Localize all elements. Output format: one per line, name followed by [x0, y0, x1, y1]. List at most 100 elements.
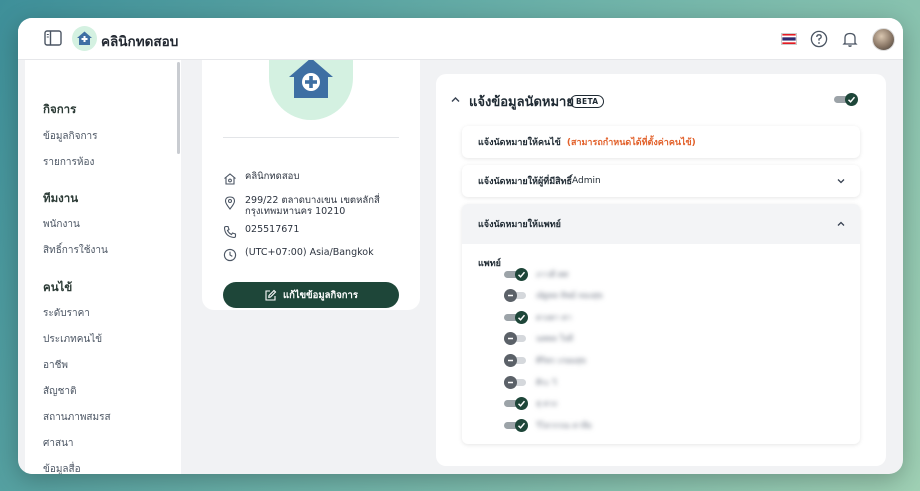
check-icon — [517, 422, 526, 429]
clinic-house-icon — [289, 60, 333, 98]
sidebar-section-team: ทีมงาน — [43, 191, 79, 205]
expand-chevron-down-icon[interactable] — [836, 176, 846, 186]
help-icon[interactable] — [810, 30, 828, 48]
business-timezone-row: (UTC+07:00) Asia/Bangkok — [223, 247, 374, 262]
doctor-name: ศิริพร เกษมสุข — [536, 355, 586, 365]
business-info-card: คลินิกทดสอบ 299/22 ตลาดบางเขน เขตหลักสี่… — [202, 60, 420, 310]
app-title: คลินิกทดสอบ — [101, 34, 179, 50]
sidebar-item-price-level[interactable]: ระดับราคา — [43, 306, 90, 321]
doctor-row: ณัฐพล ทิพย์ ทองสุข — [504, 289, 603, 303]
notify-admin-row[interactable]: แจ้งนัดหมายให้ผู้ที่มีสิทธิ์ Admin — [462, 165, 860, 197]
notify-doctor-header: แจ้งนัดหมายให้แพทย์ — [478, 204, 561, 244]
notify-doctor-label: แจ้งนัดหมายให้แพทย์ — [478, 220, 561, 230]
sidebar-section-patients: คนไข้ — [43, 280, 73, 294]
notify-admin-header: แจ้งนัดหมายให้ผู้ที่มีสิทธิ์ Admin — [478, 165, 601, 197]
sidebar-item-occupation[interactable]: อาชีพ — [43, 358, 68, 373]
app-window: คลินิกทดสอบ กิจการ ข้อมูลกิจการ รายการห้… — [18, 18, 903, 474]
minus-icon — [508, 338, 513, 340]
business-phone: 025517671 — [245, 224, 300, 235]
doctor-toggle[interactable] — [504, 267, 528, 281]
business-address: 299/22 ตลาดบางเขน เขตหลักสี่ กรุงเทพมหาน… — [245, 195, 380, 217]
clinic-avatar — [269, 60, 353, 120]
sidebar-item-marital-status[interactable]: สถานภาพสมรส — [43, 410, 111, 425]
doctor-name: วิไลวรรณ ดาลีย — [536, 420, 592, 430]
doctor-name: ศิระ วิ — [536, 377, 557, 387]
doctor-list-label: แพทย์ — [478, 259, 501, 269]
divider — [223, 137, 399, 138]
sidebar-item-media[interactable]: ข้อมูลสื่อ — [43, 462, 81, 474]
user-avatar[interactable] — [872, 27, 895, 51]
appointment-notification-title: แจ้งข้อมูลนัดหมาย — [469, 95, 574, 110]
toggle-knob — [845, 93, 858, 106]
doctor-name: สุ ดวง — [536, 399, 558, 409]
doctor-row: ศิระ วิ — [504, 375, 557, 389]
notify-admin-label-suffix: Admin — [572, 176, 601, 186]
address-line-2: กรุงเทพมหานคร 10210 — [245, 206, 346, 217]
edit-business-button[interactable]: แก้ไขข้อมูลกิจการ — [223, 282, 399, 308]
toggle-knob — [504, 353, 517, 367]
doctor-toggle[interactable] — [504, 397, 528, 411]
business-timezone: (UTC+07:00) Asia/Bangkok — [245, 247, 374, 258]
toggle-knob — [515, 397, 528, 411]
collapse-chevron-up-icon[interactable] — [450, 94, 461, 105]
business-phone-row: 025517671 — [223, 224, 299, 239]
toggle-knob — [515, 418, 528, 432]
bell-icon[interactable] — [841, 30, 859, 48]
doctor-toggle[interactable] — [504, 353, 528, 367]
clock-icon — [223, 248, 237, 262]
doctor-name: ดวงตา ดา — [536, 312, 572, 322]
doctor-row: สุ ดวง — [504, 397, 557, 411]
sidebar-item-nationality[interactable]: สัญชาติ — [43, 384, 77, 399]
toggle-knob — [504, 375, 517, 389]
notify-patient-row[interactable]: แจ้งนัดหมายให้คนไข้ (สามารถกำหนดได้ที่ตั… — [462, 126, 860, 158]
sidebar-item-religion[interactable]: ศาสนา — [43, 436, 74, 451]
doctor-toggle[interactable] — [504, 375, 528, 389]
appointment-notification-toggle[interactable] — [834, 93, 858, 106]
home-icon — [224, 173, 236, 185]
business-name: คลินิกทดสอบ — [245, 171, 300, 182]
thai-flag-icon[interactable] — [781, 33, 797, 45]
toggle-switch[interactable] — [834, 93, 858, 106]
doctor-toggle[interactable] — [504, 289, 528, 303]
sidebar-section-business: กิจการ — [43, 102, 77, 116]
business-name-row: คลินิกทดสอบ — [223, 171, 299, 186]
check-icon — [517, 271, 526, 278]
settings-sidebar: กิจการ ข้อมูลกิจการ รายการห้อง ทีมงาน พน… — [25, 60, 181, 474]
doctor-row: ภาวดี ศศ — [504, 267, 568, 281]
notify-admin-label: แจ้งนัดหมายให้ผู้ที่มีสิทธิ์ — [478, 177, 573, 187]
sidebar-scrollbar[interactable] — [177, 62, 180, 154]
business-address-row: 299/22 ตลาดบางเขน เขตหลักสี่ กรุงเทพมหาน… — [223, 195, 380, 217]
minus-icon — [508, 294, 513, 297]
sidebar-item-staff[interactable]: พนักงาน — [43, 217, 80, 232]
notify-doctor-panel: แจ้งนัดหมายให้แพทย์ แพทย์ ภาวดี ศศณัฐพล … — [462, 204, 860, 444]
doctor-toggle[interactable] — [504, 310, 528, 324]
address-line-1: 299/22 ตลาดบางเขน เขตหลักสี่ — [245, 195, 380, 206]
doctor-name: ภาวดี ศศ — [536, 269, 569, 279]
clinic-logo-icon — [72, 26, 97, 51]
toggle-knob — [504, 332, 517, 346]
toggle-knob — [515, 310, 528, 324]
doctor-name: ณัฐพล ทิพย์ ทองสุข — [536, 291, 603, 301]
minus-icon — [508, 359, 513, 362]
collapse-chevron-up-icon[interactable] — [836, 219, 846, 229]
phone-icon — [223, 225, 237, 239]
sidebar-toggle-icon[interactable] — [44, 30, 62, 46]
doctor-row: วิไลวรรณ ดาลีย — [504, 418, 592, 432]
top-bar: คลินิกทดสอบ — [18, 18, 903, 60]
doctor-name: นพพล ใจดี — [536, 334, 574, 344]
toggle-knob — [504, 289, 517, 303]
sidebar-item-rooms[interactable]: รายการห้อง — [43, 155, 94, 170]
doctor-row: นพพล ใจดี — [504, 332, 573, 346]
notify-patient-header: แจ้งนัดหมายให้คนไข้ (สามารถกำหนดได้ที่ตั… — [478, 126, 696, 158]
sidebar-item-patient-type[interactable]: ประเภทคนไข้ — [43, 332, 102, 347]
appointment-notification-card: แจ้งข้อมูลนัดหมาย BETA แจ้งนัดหมายให้คนไ… — [436, 74, 886, 466]
doctor-toggle[interactable] — [504, 418, 528, 432]
toggle-knob — [515, 267, 528, 281]
sidebar-item-permissions[interactable]: สิทธิ์การใช้งาน — [43, 243, 108, 258]
edit-icon — [265, 289, 277, 301]
sidebar-item-business-info[interactable]: ข้อมูลกิจการ — [43, 129, 98, 144]
notify-patient-note: (สามารถกำหนดได้ที่ตั้งค่าคนไข้) — [566, 138, 696, 148]
notify-patient-label: แจ้งนัดหมายให้คนไข้ — [478, 138, 561, 148]
minus-icon — [508, 381, 513, 383]
doctor-toggle[interactable] — [504, 332, 528, 346]
